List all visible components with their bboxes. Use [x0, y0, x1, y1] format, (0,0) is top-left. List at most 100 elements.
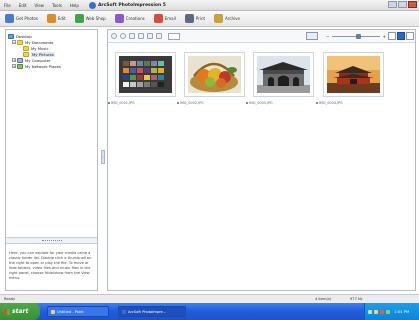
taskbar-item-label: ArcSoft PhotoImpre...	[128, 309, 167, 314]
folder-icon	[17, 39, 23, 45]
close-button[interactable]	[408, 1, 417, 8]
folder-tree: Desktop − My Documents My Music My Pictu…	[6, 30, 97, 210]
thumbnail-filename: IMG_0004.JPG	[319, 101, 343, 105]
splitter-grip-icon	[42, 239, 62, 243]
caption-bullet-icon	[177, 102, 179, 104]
get-photos-label: Get Photos	[16, 16, 38, 21]
tree-item-label: My Pictures	[31, 51, 55, 57]
printer-icon	[184, 14, 194, 23]
edit-label: Edit	[57, 16, 66, 21]
zoom-slider[interactable]: − +	[326, 33, 386, 39]
thumbnail-view-icon[interactable]	[397, 32, 405, 40]
taskbar-clock: 1:04 PM	[394, 309, 410, 314]
folder-icon	[23, 51, 29, 57]
thumbnail-image-fruit-basket	[188, 56, 241, 93]
tree-item-my-network-places[interactable]: + My Network Places	[12, 63, 61, 69]
email-icon	[153, 14, 163, 23]
creations-icon	[114, 14, 124, 23]
expand-toggle-icon[interactable]: +	[12, 64, 16, 68]
menu-file[interactable]: File	[0, 3, 15, 8]
window-controls	[388, 1, 417, 8]
network-icon	[17, 63, 23, 69]
refresh-icon[interactable]	[156, 33, 162, 39]
taskbar-item-label: Untitled - Paint	[57, 309, 84, 314]
edit-icon	[46, 14, 56, 23]
tray-security-icon[interactable]	[386, 309, 390, 314]
thumbnail-caption: IMG_0003.JPG	[246, 101, 307, 105]
up-folder-icon[interactable]	[129, 33, 135, 39]
get-photos-button[interactable]: Get Photos	[5, 14, 38, 23]
thumbnail-card[interactable]	[323, 52, 384, 97]
paint-icon	[51, 309, 55, 314]
menu-tools[interactable]: Tools	[48, 3, 66, 8]
status-ready: Ready	[4, 296, 16, 301]
creations-button[interactable]: Creations	[114, 14, 145, 23]
system-tray: 1:04 PM	[364, 303, 419, 320]
photoimpression-icon	[122, 309, 126, 314]
detail-view-icon[interactable]	[406, 32, 414, 40]
desktop-icon	[8, 33, 14, 39]
sort-dropdown[interactable]	[168, 32, 180, 40]
back-icon[interactable]	[111, 33, 117, 39]
zoom-in-icon[interactable]: +	[383, 34, 386, 39]
taskbar-item-photoimpression[interactable]: ArcSoft PhotoImpre...	[118, 306, 186, 317]
app-title-text: ArcSoft PhotoImpression 5	[97, 2, 166, 8]
camera-icon	[5, 14, 14, 23]
zoom-thumb[interactable]	[356, 33, 362, 39]
thumbnail-caption: IMG_0001.JPG	[108, 101, 169, 105]
menu-edit[interactable]: Edit	[15, 3, 31, 8]
thumbnail-image-color-chart	[119, 56, 172, 93]
archive-button[interactable]: Archive	[214, 14, 240, 23]
thumbnail-caption: IMG_0004.JPG	[316, 101, 377, 105]
zoom-out-icon[interactable]: −	[326, 34, 329, 39]
thumbnail-card[interactable]	[253, 52, 314, 97]
pane-splitter[interactable]	[6, 237, 97, 244]
archive-label: Archive	[225, 16, 241, 21]
thumbnail-filename: IMG_0001.JPG	[111, 101, 135, 105]
delete-icon[interactable]	[147, 33, 153, 39]
tray-volume-icon[interactable]	[374, 309, 378, 314]
expand-toggle-icon[interactable]: +	[12, 58, 16, 62]
tree-item-label: My Documents	[25, 39, 54, 45]
thumbnail-caption: IMG_0002.JPG	[177, 101, 238, 105]
tray-network-icon[interactable]	[368, 309, 372, 314]
caption-bullet-icon	[316, 102, 318, 104]
thumbnail-card[interactable]	[184, 52, 245, 97]
title-menu-bar: File Edit View Tools Help ArcSoft PhotoI…	[0, 0, 419, 11]
print-button[interactable]: Print	[184, 14, 206, 23]
find-button[interactable]	[306, 32, 318, 40]
folder-pane: Desktop − My Documents My Music My Pictu…	[5, 29, 98, 291]
thumbnail-image-pagoda	[327, 56, 380, 93]
print-label: Print	[195, 16, 206, 21]
tray-app-icon[interactable]	[380, 309, 384, 314]
edit-button[interactable]: Edit	[46, 14, 66, 23]
help-text: Here, you can explore for your media usi…	[9, 251, 92, 280]
tree-item-label: My Music	[31, 45, 49, 51]
status-bar: Ready 4 item(s) 977 kb	[0, 294, 419, 303]
start-button[interactable]: start	[0, 303, 40, 320]
maximize-button[interactable]	[398, 1, 407, 8]
expand-toggle-icon[interactable]: −	[12, 40, 16, 44]
forward-icon[interactable]	[120, 33, 126, 39]
archive-icon	[214, 14, 224, 23]
start-label: start	[12, 308, 29, 315]
collapse-pane-handle[interactable]: ‹	[101, 150, 105, 164]
taskbar-item-paint[interactable]: Untitled - Paint	[47, 306, 109, 317]
minimize-button[interactable]	[388, 1, 397, 8]
menu-help[interactable]: Help	[66, 3, 83, 8]
web-shop-label: Web Shop	[85, 16, 106, 21]
tree-item-label: My Network Places	[25, 63, 61, 69]
caption-bullet-icon	[108, 102, 110, 104]
select-all-icon[interactable]	[138, 33, 144, 39]
email-button[interactable]: Email	[153, 14, 176, 23]
view-toolbar: − +	[108, 30, 415, 43]
creations-label: Creations	[125, 16, 145, 21]
app-title: ArcSoft PhotoImpression 5	[88, 1, 166, 9]
thumbnail-image-gate	[257, 56, 310, 93]
app-logo-icon	[88, 1, 96, 9]
menu-view[interactable]: View	[30, 3, 48, 8]
thumbnail-card[interactable]	[115, 52, 176, 97]
list-view-icon[interactable]	[388, 32, 396, 40]
media-pane: − + IMG_0001.JPG IMG_0002.JPG IMG_0003.J…	[107, 29, 416, 291]
web-shop-button[interactable]: Web Shop	[74, 14, 106, 23]
